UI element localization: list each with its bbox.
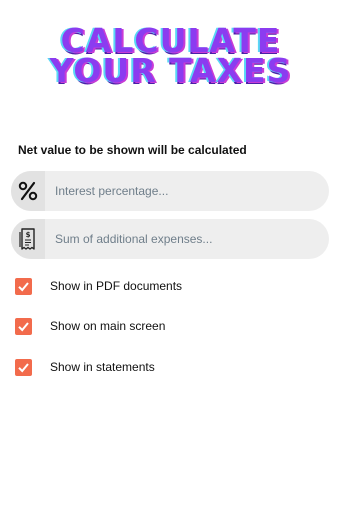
subtitle: Net value to be shown will be calculated [18,143,247,157]
percent-icon [11,171,45,211]
option-label: Show in statements [50,360,155,374]
interest-field[interactable] [11,171,329,211]
option-main-screen[interactable]: Show on main screen [15,317,165,335]
checkmark-icon [18,321,29,331]
checkbox-pdf-documents[interactable] [15,277,32,295]
interest-percentage-input[interactable] [55,181,315,201]
tax-settings-screen: CALCULATE YOUR TAXES Net value to be sho… [0,0,341,512]
expenses-field[interactable]: $ [11,219,329,259]
checkbox-main-screen[interactable] [15,317,32,335]
svg-text:$: $ [26,231,31,239]
checkbox-statements[interactable] [15,358,32,376]
receipt-icon: $ [11,219,45,259]
checkmark-icon [18,281,29,291]
additional-expenses-input[interactable] [55,229,315,249]
option-label: Show on main screen [50,319,166,333]
option-label: Show in PDF documents [50,279,183,293]
checkmark-icon [18,362,29,372]
banner-line-2: YOUR TAXES [49,51,292,90]
option-pdf-documents[interactable]: Show in PDF documents [15,277,182,295]
title-banner: CALCULATE YOUR TAXES [0,24,341,90]
option-statements[interactable]: Show in statements [15,358,155,376]
